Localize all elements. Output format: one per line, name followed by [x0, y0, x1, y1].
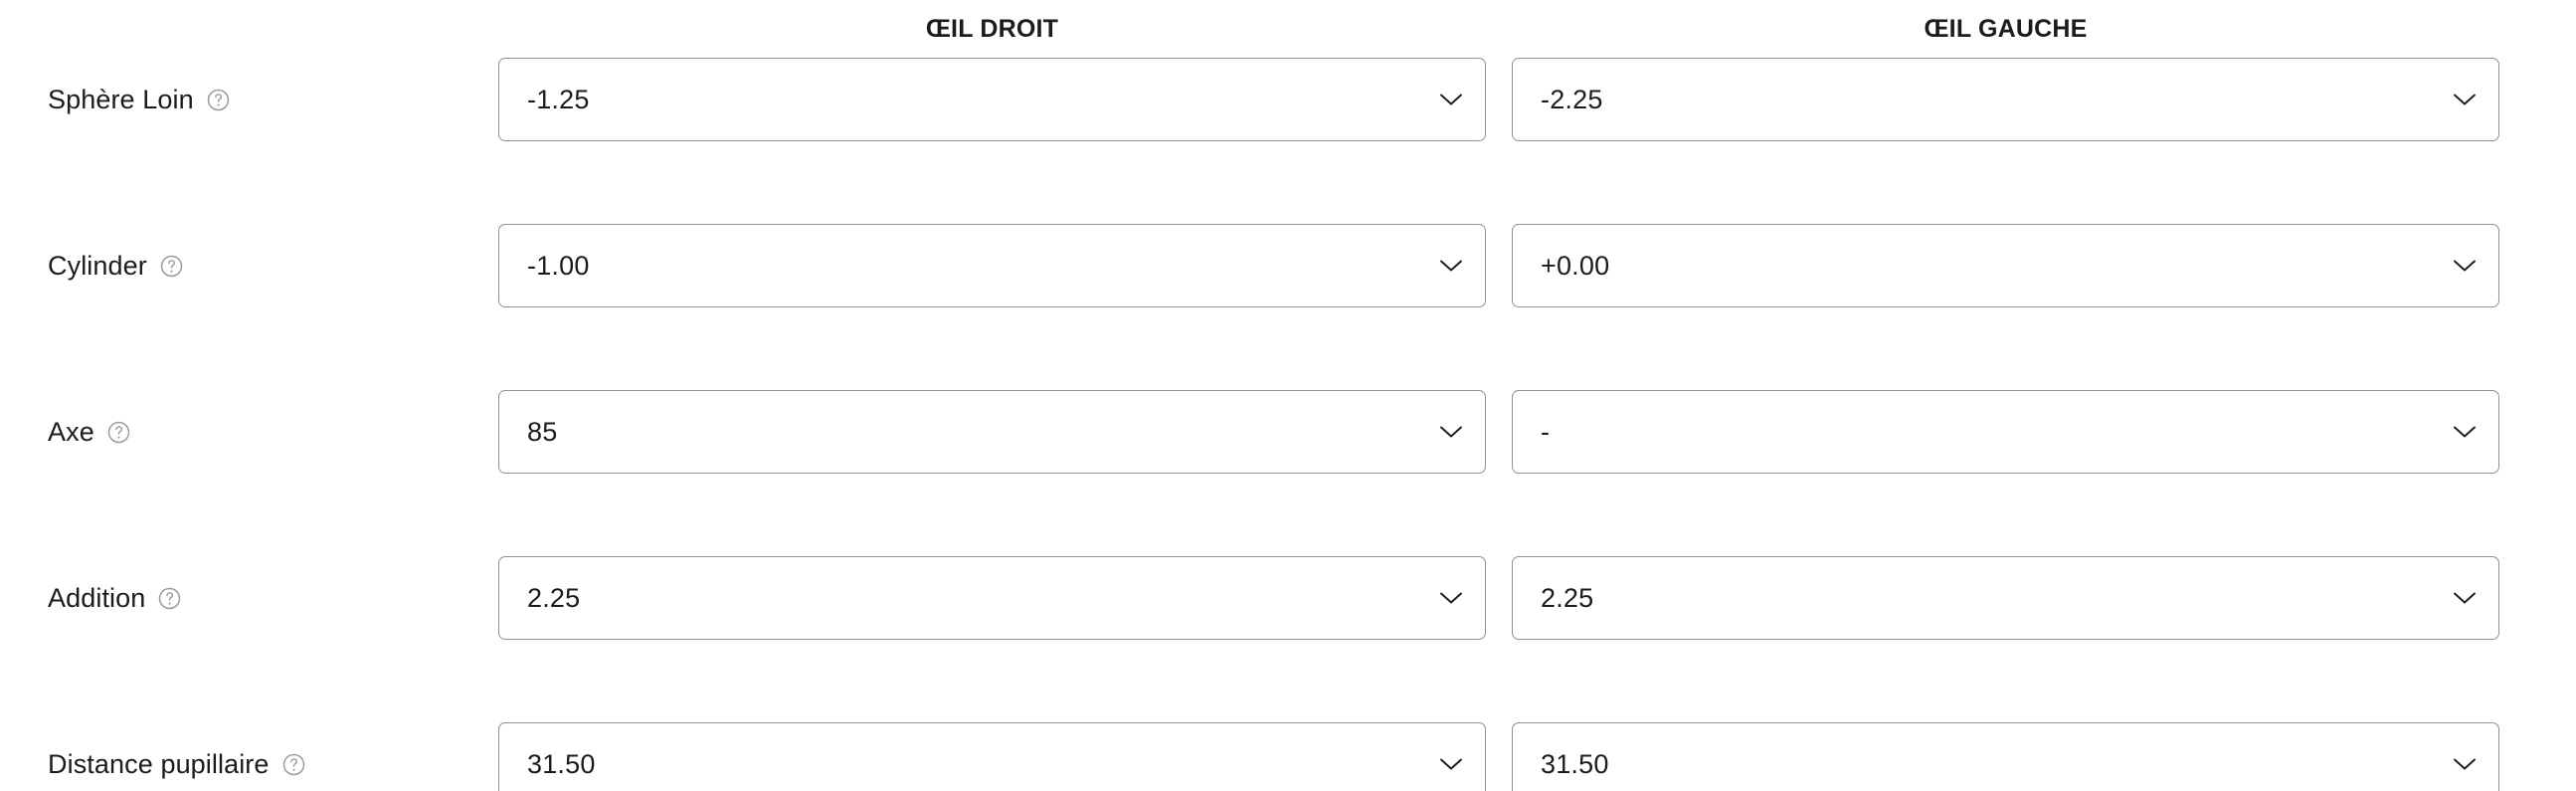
chevron-down-icon [1439, 757, 1463, 771]
field-row-sphere-loin: Sphère Loin -1.25 -2.25 [0, 58, 2576, 141]
select-value: 31.50 [1541, 750, 1609, 778]
chevron-down-icon [2453, 757, 2477, 771]
select-sphere-loin-left-eye[interactable]: -2.25 [1512, 58, 2499, 141]
select-value: 85 [527, 418, 558, 446]
select-value: 2.25 [527, 584, 581, 612]
select-sphere-loin-right-eye[interactable]: -1.25 [498, 58, 1486, 141]
select-addition-left-eye[interactable]: 2.25 [1512, 556, 2499, 640]
select-axe-left-eye[interactable]: - [1512, 390, 2499, 474]
row-label-distance-pupillaire: Distance pupillaire [0, 749, 498, 780]
select-cell-left-eye: - [1512, 390, 2499, 474]
field-label-text: Cylinder [48, 250, 147, 281]
field-row-cylinder: Cylinder -1.00 +0.00 [0, 224, 2576, 307]
select-cell-left-eye: 31.50 [1512, 722, 2499, 791]
cell-gap [1486, 722, 1512, 791]
field-label-text: Sphère Loin [48, 84, 194, 114]
select-cell-right-eye: -1.00 [498, 224, 1486, 307]
prescription-form: ŒIL DROIT ŒIL GAUCHE Sphère Loin -1.25 -… [0, 0, 2576, 791]
cell-gap [1486, 58, 1512, 141]
help-circle-icon[interactable] [106, 420, 131, 445]
column-header-left-eye: ŒIL GAUCHE [1924, 14, 2088, 43]
field-row-axe: Axe 85 - [0, 390, 2576, 474]
select-cell-left-eye: 2.25 [1512, 556, 2499, 640]
select-cell-left-eye: +0.00 [1512, 224, 2499, 307]
chevron-down-icon [2453, 425, 2477, 439]
select-value: 31.50 [527, 750, 596, 778]
chevron-down-icon [1439, 93, 1463, 106]
help-circle-icon[interactable] [159, 254, 184, 279]
select-cell-right-eye: 31.50 [498, 722, 1486, 791]
row-label-cylinder: Cylinder [0, 251, 498, 282]
field-row-distance-pupillaire: Distance pupillaire 31.50 31.50 [0, 722, 2576, 791]
row-label-axe: Axe [0, 417, 498, 448]
header-label-spacer [0, 0, 498, 58]
column-header-right-eye: ŒIL DROIT [925, 14, 1059, 43]
select-value: -1.25 [527, 86, 590, 113]
help-circle-icon[interactable] [281, 752, 306, 777]
select-cell-right-eye: 2.25 [498, 556, 1486, 640]
select-value: -2.25 [1541, 86, 1603, 113]
select-cell-right-eye: 85 [498, 390, 1486, 474]
field-label-text: Distance pupillaire [48, 748, 270, 779]
chevron-down-icon [2453, 93, 2477, 106]
select-cell-right-eye: -1.25 [498, 58, 1486, 141]
select-value: +0.00 [1541, 252, 1610, 280]
cell-gap [1486, 224, 1512, 307]
chevron-down-icon [2453, 591, 2477, 605]
row-label-sphere-loin: Sphère Loin [0, 85, 498, 115]
select-axe-right-eye[interactable]: 85 [498, 390, 1486, 474]
field-row-addition: Addition 2.25 2.25 [0, 556, 2576, 640]
field-label-text: Addition [48, 582, 146, 613]
select-distance-pupillaire-right-eye[interactable]: 31.50 [498, 722, 1486, 791]
select-cylinder-left-eye[interactable]: +0.00 [1512, 224, 2499, 307]
prescription-rows: Sphère Loin -1.25 -2.25 Cylinder -1.00 +… [0, 58, 2576, 791]
select-addition-right-eye[interactable]: 2.25 [498, 556, 1486, 640]
select-value: -1.00 [527, 252, 590, 280]
help-circle-icon[interactable] [206, 88, 231, 112]
chevron-down-icon [2453, 259, 2477, 273]
chevron-down-icon [1439, 591, 1463, 605]
chevron-down-icon [1439, 425, 1463, 439]
select-value: - [1541, 418, 1551, 446]
select-cell-left-eye: -2.25 [1512, 58, 2499, 141]
field-label-text: Axe [48, 416, 94, 447]
cell-gap [1486, 390, 1512, 474]
select-cylinder-right-eye[interactable]: -1.00 [498, 224, 1486, 307]
select-value: 2.25 [1541, 584, 1594, 612]
cell-gap [1486, 556, 1512, 640]
eye-column-headers: ŒIL DROIT ŒIL GAUCHE [0, 0, 2576, 58]
row-label-addition: Addition [0, 583, 498, 614]
help-circle-icon[interactable] [157, 586, 182, 611]
select-distance-pupillaire-left-eye[interactable]: 31.50 [1512, 722, 2499, 791]
chevron-down-icon [1439, 259, 1463, 273]
